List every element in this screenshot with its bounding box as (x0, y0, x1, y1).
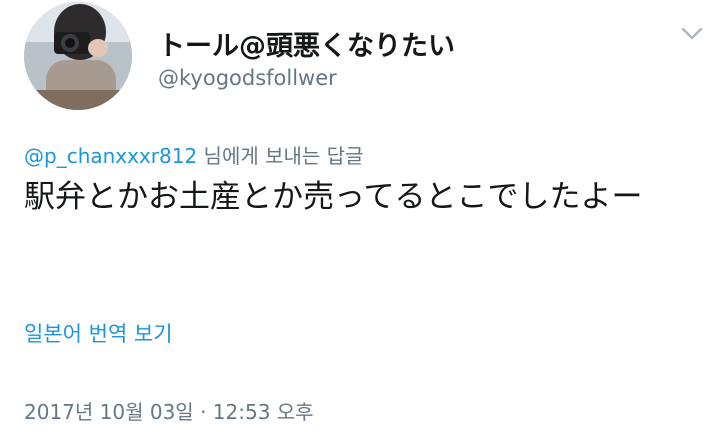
translate-link[interactable]: 일본어 번역 보기 (24, 318, 173, 348)
reply-context: @p_chanxxxr812 님에게 보내는 답글 (24, 140, 363, 169)
chevron-down-icon[interactable] (680, 26, 704, 42)
user-handle[interactable]: @kyogodsfollwer (158, 66, 337, 90)
tweet-text: 駅弁とかお土産とか売ってるとこでしたよー (24, 179, 643, 215)
avatar-photo (24, 2, 132, 110)
reply-mention-link[interactable]: @p_chanxxxr812 (24, 144, 197, 168)
avatar[interactable] (24, 2, 132, 110)
display-name[interactable]: トール@頭悪くなりたい (158, 24, 455, 63)
tweet-timestamp[interactable]: 2017년 10월 03일 · 12:53 오후 (24, 396, 314, 425)
reply-context-label: 님에게 보내는 답글 (197, 144, 364, 168)
